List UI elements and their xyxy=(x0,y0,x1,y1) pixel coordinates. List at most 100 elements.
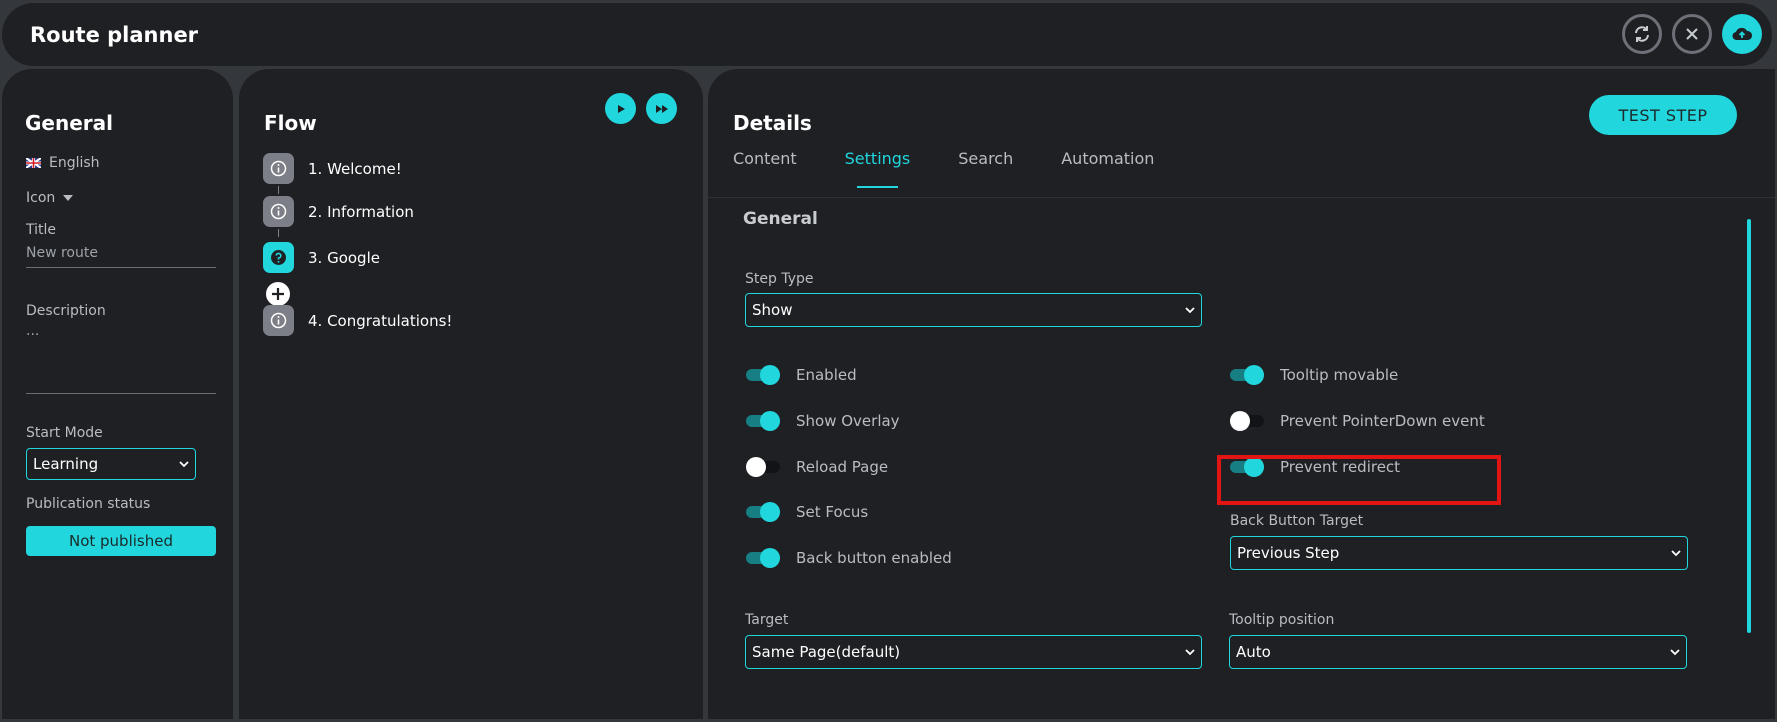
chevron-down-icon xyxy=(1185,649,1195,656)
info-icon xyxy=(263,196,294,227)
toggle-tooltip-movable[interactable]: Tooltip movable xyxy=(1230,364,1398,386)
flow-connector xyxy=(278,186,279,194)
play-button[interactable] xyxy=(605,93,636,124)
app-title: Route planner xyxy=(30,23,199,47)
title-label: Title xyxy=(26,222,57,238)
toggle-label: Back button enabled xyxy=(796,549,952,567)
test-step-button[interactable]: TEST STEP xyxy=(1589,95,1737,135)
target-value: Same Page(default) xyxy=(752,643,901,661)
toggle-set-focus[interactable]: Set Focus xyxy=(746,501,868,523)
back-button-target-select[interactable]: Previous Step xyxy=(1230,536,1688,570)
description-label: Description xyxy=(26,303,106,319)
info-icon xyxy=(263,153,294,184)
toggle-switch-off[interactable] xyxy=(1230,410,1264,432)
toggle-switch-on[interactable] xyxy=(746,364,780,386)
top-actions xyxy=(1622,14,1762,54)
details-tabs: Content Settings Search Automation xyxy=(733,149,1202,189)
toggle-switch-on[interactable] xyxy=(1230,364,1264,386)
language-label: English xyxy=(49,155,100,171)
fast-forward-button[interactable] xyxy=(646,93,677,124)
fast-forward-icon xyxy=(655,104,668,113)
info-icon xyxy=(263,305,294,336)
toggle-label: Tooltip movable xyxy=(1280,366,1399,384)
top-bar: Route planner xyxy=(2,3,1772,66)
toggle-enabled[interactable]: Enabled xyxy=(746,364,857,386)
general-panel: General English Icon Title New route Des… xyxy=(2,69,233,719)
language-selector[interactable]: English xyxy=(26,155,100,171)
play-icon xyxy=(617,104,625,113)
chevron-down-icon xyxy=(1185,307,1195,314)
toggle-switch-on[interactable] xyxy=(746,547,780,569)
flow-step-label: 3. Google xyxy=(308,248,380,267)
step-type-select[interactable]: Show xyxy=(745,293,1202,327)
toggle-label: Set Focus xyxy=(796,503,869,521)
caret-down-icon xyxy=(63,195,74,201)
toggle-back-button-enabled[interactable]: Back button enabled xyxy=(746,547,952,569)
toggle-label: Reload Page xyxy=(796,458,889,476)
start-mode-select[interactable]: Learning xyxy=(26,448,196,480)
tooltip-position-select[interactable]: Auto xyxy=(1229,635,1687,669)
tooltip-position-label: Tooltip position xyxy=(1229,612,1335,628)
icon-dropdown[interactable]: Icon xyxy=(26,190,74,206)
chevron-down-icon xyxy=(1671,550,1681,557)
toggle-switch-off[interactable] xyxy=(746,456,780,478)
refresh-icon xyxy=(1635,26,1649,42)
uk-flag-icon xyxy=(26,158,41,168)
close-button[interactable] xyxy=(1672,14,1712,54)
tab-content[interactable]: Content xyxy=(733,149,797,189)
title-value: New route xyxy=(26,245,98,261)
flow-connector xyxy=(278,229,279,237)
details-heading: Details xyxy=(733,111,812,135)
description-value: ... xyxy=(26,323,40,339)
highlight-annotation xyxy=(1217,455,1501,505)
target-select[interactable]: Same Page(default) xyxy=(745,635,1202,669)
toggle-label: Enabled xyxy=(796,366,857,384)
start-mode-value: Learning xyxy=(33,455,99,473)
tab-search[interactable]: Search xyxy=(958,149,1013,189)
toggle-show-overlay[interactable]: Show Overlay xyxy=(746,410,900,432)
flow-step[interactable]: 2. Information xyxy=(263,196,414,227)
toggle-label: Show Overlay xyxy=(796,412,900,430)
flow-step[interactable]: 4. Congratulations! xyxy=(263,305,452,336)
step-type-value: Show xyxy=(752,301,793,319)
start-mode-label: Start Mode xyxy=(26,425,103,441)
add-step-button[interactable] xyxy=(266,282,290,306)
toggle-prevent-pointerdown[interactable]: Prevent PointerDown event xyxy=(1230,410,1485,432)
tab-automation[interactable]: Automation xyxy=(1061,149,1154,189)
flow-step-label: 4. Congratulations! xyxy=(308,311,453,330)
details-panel: Details TEST STEP Content Settings Searc… xyxy=(708,69,1775,719)
tabs-divider xyxy=(708,197,1775,198)
publication-status-button[interactable]: Not published xyxy=(26,526,216,556)
tooltip-position-value: Auto xyxy=(1236,643,1271,661)
toggle-switch-on[interactable] xyxy=(746,410,780,432)
icon-label: Icon xyxy=(26,190,56,206)
close-icon xyxy=(1686,28,1698,40)
save-cloud-button[interactable] xyxy=(1722,14,1762,54)
title-input[interactable]: New route xyxy=(26,241,216,268)
details-scrollbar[interactable] xyxy=(1747,219,1751,633)
flow-step-active[interactable]: 3. Google xyxy=(263,242,380,273)
chevron-down-icon xyxy=(179,461,189,468)
question-icon xyxy=(263,242,294,273)
description-input[interactable]: ... xyxy=(26,323,216,394)
back-button-target-label: Back Button Target xyxy=(1230,513,1364,529)
tab-settings[interactable]: Settings xyxy=(845,149,910,189)
cloud-upload-icon xyxy=(1732,27,1753,41)
toggle-label: Prevent PointerDown event xyxy=(1280,412,1485,430)
general-heading: General xyxy=(25,111,113,135)
flow-step-label: 2. Information xyxy=(308,202,414,221)
flow-step[interactable]: 1. Welcome! xyxy=(263,153,402,184)
flow-step-label: 1. Welcome! xyxy=(308,159,402,178)
chevron-down-icon xyxy=(1670,649,1680,656)
target-label: Target xyxy=(745,612,789,628)
publication-status-label: Publication status xyxy=(26,496,151,512)
refresh-button[interactable] xyxy=(1622,14,1662,54)
step-type-label: Step Type xyxy=(745,271,814,287)
flow-heading: Flow xyxy=(264,111,317,135)
settings-section-title: General xyxy=(743,209,818,229)
toggle-switch-on[interactable] xyxy=(746,501,780,523)
flow-panel: Flow 1. Welcome! 2. Information 3. Googl… xyxy=(239,69,703,719)
toggle-reload-page[interactable]: Reload Page xyxy=(746,456,888,478)
plus-icon xyxy=(272,288,284,300)
back-button-target-value: Previous Step xyxy=(1237,544,1340,562)
